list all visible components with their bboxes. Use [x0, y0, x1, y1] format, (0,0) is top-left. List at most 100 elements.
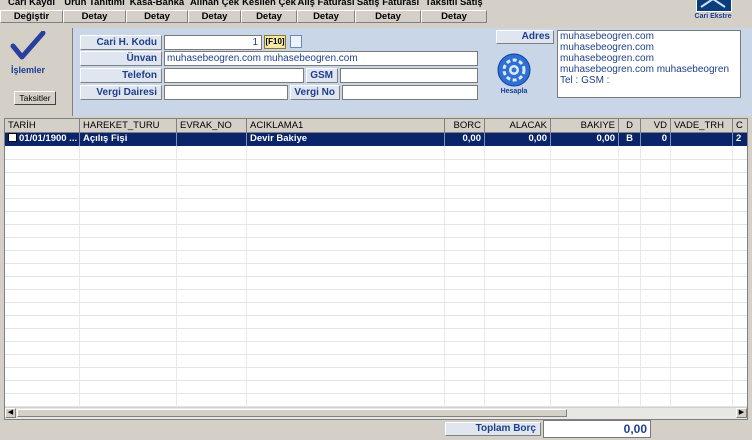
vergi-no-field[interactable]	[342, 85, 478, 100]
scroll-left-icon[interactable]: ◀	[5, 408, 16, 418]
column-header-c[interactable]: C	[733, 119, 747, 133]
unvan-field[interactable]: muhasebeogren.com muhasebeogren.com	[164, 51, 478, 66]
document-icon[interactable]	[290, 35, 302, 48]
grid-row-line	[5, 289, 747, 290]
toolbar-group-kasa-banka: Kasa-Banka Detay	[126, 0, 188, 24]
alinan-cek-detay-button[interactable]: Detay	[188, 10, 241, 23]
adres-field[interactable]: muhasebeogren.com muhasebeogren.com muha…	[557, 30, 741, 98]
grid-row-line	[5, 380, 747, 381]
grid-row-line	[5, 250, 747, 251]
column-header-vd[interactable]: VD	[641, 119, 671, 133]
cell-hareket-turu: Açılış Fişi	[80, 133, 177, 146]
grid-column-line	[176, 146, 177, 408]
grid-column-line	[246, 146, 247, 408]
kesilen-cek-detay-button[interactable]: Detay	[241, 10, 297, 23]
toolbar-group-cari-kaydi: Cari Kaydı Değiştir	[0, 0, 63, 24]
taksitler-button[interactable]: Taksitler	[14, 91, 56, 105]
gsm-label: GSM	[306, 68, 338, 83]
telefon-label: Telefon	[80, 68, 162, 83]
vergi-dairesi-label: Vergi Dairesi	[80, 85, 162, 100]
grid-row-line	[5, 263, 747, 264]
grid-column-line	[484, 146, 485, 408]
cell-alacak: 0,00	[485, 133, 551, 146]
telefon-field[interactable]	[164, 68, 304, 83]
adres-line: muhasebeogren.com	[560, 31, 654, 42]
adres-label: Adres	[496, 30, 554, 44]
adres-line: Tel : GSM :	[560, 75, 610, 86]
grid-row-line	[5, 237, 747, 238]
adres-line: muhasebeogren.com muhasebeogren	[560, 64, 729, 75]
cell-tarih: 01/01/1900 ...	[5, 133, 80, 146]
grid-row-line	[5, 302, 747, 303]
column-header-alacak[interactable]: ALACAK	[485, 119, 551, 133]
satis-faturasi-detay-button[interactable]: Detay	[355, 10, 421, 23]
gsm-field[interactable]	[340, 68, 478, 83]
grid-row-line	[5, 159, 747, 160]
top-toolbar: Cari Kaydı Değiştir Ürün Tanıtımı Detay …	[0, 0, 752, 24]
toolbar-label: Kasa-Banka	[129, 0, 185, 8]
grid-row-line	[5, 393, 747, 394]
toolbar-label: Ürün Tanıtımı	[64, 0, 125, 8]
scroll-thumb[interactable]	[17, 409, 567, 417]
cell-c: 2	[733, 133, 747, 146]
cell-bakiye: 0,00	[551, 133, 619, 146]
grid-row-line	[5, 354, 747, 355]
grid-row-line	[5, 211, 747, 212]
column-header-borc[interactable]: BORC	[445, 119, 485, 133]
adres-line: muhasebeogren.com	[560, 53, 654, 64]
cari-kodu-field[interactable]: 1	[164, 35, 262, 50]
urun-detay-button[interactable]: Detay	[63, 10, 126, 23]
grid-column-line	[640, 146, 641, 408]
row-checkbox[interactable]	[8, 133, 17, 142]
table-row[interactable]: 01/01/1900 ... Açılış Fişi Devir Bakiye …	[5, 133, 747, 146]
unvan-label: Ünvan	[80, 51, 162, 66]
horizontal-scrollbar[interactable]: ◀ ▶	[5, 407, 747, 419]
hareket-grid[interactable]: TARİH HAREKET_TURU EVRAK_NO ACIKLAMA1 BO…	[4, 118, 748, 420]
grid-row-line	[5, 328, 747, 329]
column-header-bakiye[interactable]: BAKIYE	[551, 119, 619, 133]
grid-row-line	[5, 315, 747, 316]
toolbar-label: Alınan Çek	[189, 0, 240, 8]
toolbar-label: Kesilen Çek	[242, 0, 296, 8]
islemler-label: İşlemler	[10, 65, 46, 75]
kasa-detay-button[interactable]: Detay	[126, 10, 188, 23]
toolbar-label: Cari Kaydı	[8, 0, 55, 8]
grid-row-line	[5, 341, 747, 342]
cari-ekstre-icon	[696, 0, 732, 12]
column-header-d[interactable]: D	[619, 119, 641, 133]
alis-faturasi-detay-button[interactable]: Detay	[297, 10, 355, 23]
column-header-aciklama1[interactable]: ACIKLAMA1	[247, 119, 445, 133]
left-panel: İşlemler Taksitler	[0, 27, 72, 115]
cell-tarih-text: 01/01/1900 ...	[19, 133, 78, 144]
toolbar-group-kesilen-cek: Kesilen Çek Detay	[241, 0, 297, 24]
f10-button[interactable]: [F10]	[264, 35, 286, 49]
cari-degistir-button[interactable]: Değiştir	[0, 10, 63, 23]
grid-row-line	[5, 367, 747, 368]
hesapla-label: Hesapla	[500, 88, 528, 95]
grid-row-line	[5, 276, 747, 277]
grid-row-line	[5, 172, 747, 173]
toolbar-group-satis-faturasi: Satış Faturası Detay	[355, 0, 421, 24]
grid-column-line	[550, 146, 551, 408]
grid-row-line	[5, 224, 747, 225]
column-header-evrak-no[interactable]: EVRAK_NO	[177, 119, 247, 133]
checkmark-icon	[10, 30, 46, 60]
column-header-vade-trh[interactable]: VADE_TRH	[671, 119, 733, 133]
column-header-tarih[interactable]: TARİH	[5, 119, 80, 133]
toolbar-group-taksitli-satis: Taksitli Satış Detay	[421, 0, 487, 24]
gear-icon	[497, 53, 531, 87]
cari-ekstre-button[interactable]: Cari Ekstre	[690, 0, 736, 24]
grid-column-line	[618, 146, 619, 408]
column-header-hareket-turu[interactable]: HAREKET_TURU	[80, 119, 177, 133]
islemler-button[interactable]	[10, 30, 46, 61]
hesapla-button[interactable]: Hesapla	[496, 52, 532, 96]
taksitli-satis-detay-button[interactable]: Detay	[421, 10, 487, 23]
grid-header: TARİH HAREKET_TURU EVRAK_NO ACIKLAMA1 BO…	[5, 119, 747, 133]
scroll-right-icon[interactable]: ▶	[736, 408, 747, 418]
toolbar-label: Taksitli Satış	[425, 0, 483, 8]
cari-kodu-label: Cari H. Kodu	[80, 35, 162, 50]
cell-evrak-no	[177, 133, 247, 146]
toolbar-label: Satış Faturası	[356, 0, 420, 8]
toolbar-group-alis-faturasi: Alış Faturası Detay	[297, 0, 355, 24]
vergi-dairesi-field[interactable]	[164, 85, 288, 100]
